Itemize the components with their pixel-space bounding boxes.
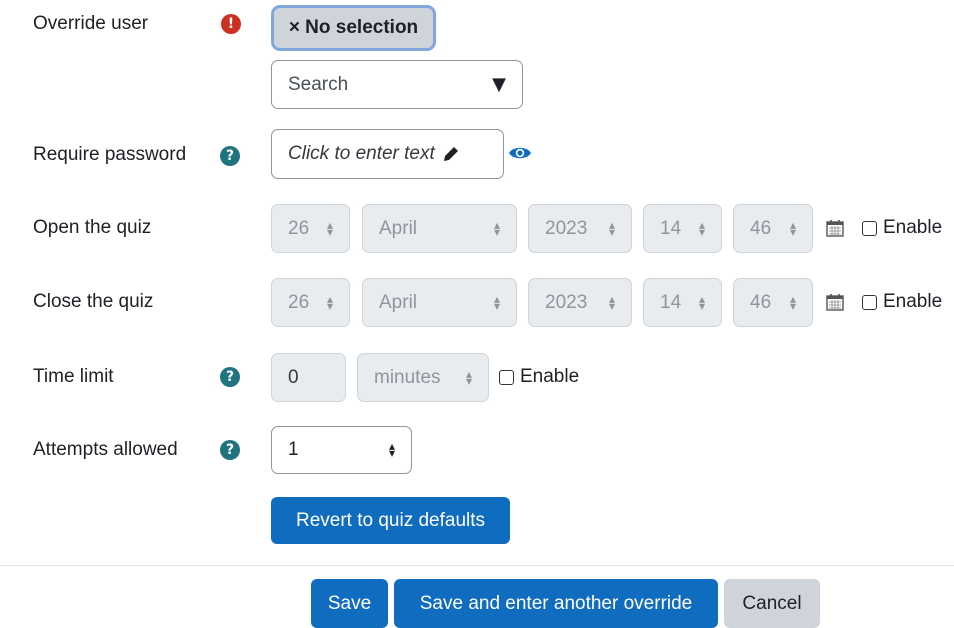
override-user-label: Override user bbox=[33, 13, 149, 34]
time-limit-input[interactable]: 0 bbox=[271, 353, 346, 402]
select-caret-icon: ▴ ▾ bbox=[608, 217, 615, 239]
help-icon[interactable]: ? bbox=[220, 440, 240, 460]
help-icon[interactable]: ? bbox=[220, 367, 240, 387]
select-caret-icon: ▴ ▾ bbox=[493, 291, 500, 313]
required-icon: ! bbox=[221, 14, 241, 34]
select-caret-icon: ▴ ▾ bbox=[608, 291, 615, 313]
help-icon-glyph: ? bbox=[225, 369, 235, 385]
time-limit-value: 0 bbox=[288, 366, 299, 388]
select-caret-icon: ▴ ▾ bbox=[789, 291, 796, 313]
calendar-icon[interactable] bbox=[826, 293, 844, 311]
close-enable-label: Enable bbox=[883, 291, 943, 312]
select-caret-icon: ▴ ▾ bbox=[789, 217, 796, 239]
open-hour-select[interactable]: 14 ▴ ▾ bbox=[643, 204, 722, 253]
selection-chip[interactable]: × No selection bbox=[271, 5, 436, 51]
open-quiz-label: Open the quiz bbox=[33, 217, 152, 238]
attempts-select[interactable]: 1 ▴ ▾ bbox=[271, 426, 412, 474]
required-icon-glyph: ! bbox=[227, 16, 235, 32]
close-day-value: 26 bbox=[288, 291, 310, 313]
close-enable-checkbox[interactable]: Enable bbox=[862, 291, 942, 313]
time-limit-label: Time limit bbox=[33, 366, 114, 387]
user-search-placeholder: Search bbox=[288, 73, 349, 95]
close-year-select[interactable]: 2023 ▴ ▾ bbox=[528, 278, 632, 327]
select-caret-icon: ▴ ▾ bbox=[698, 217, 705, 239]
close-month-select[interactable]: April ▴ ▾ bbox=[362, 278, 517, 327]
open-enable-box[interactable] bbox=[862, 220, 877, 236]
attempts-value: 1 bbox=[288, 439, 299, 460]
revert-defaults-button[interactable]: Revert to quiz defaults bbox=[271, 497, 510, 544]
open-year-value: 2023 bbox=[545, 217, 588, 239]
require-password-label: Require password bbox=[33, 144, 187, 165]
time-limit-unit: minutes bbox=[374, 366, 441, 388]
dropdown-arrow-icon: ▼ bbox=[492, 74, 506, 95]
calendar-icon[interactable] bbox=[826, 219, 844, 237]
close-enable-box[interactable] bbox=[862, 294, 877, 310]
select-caret-icon: ▴ ▾ bbox=[493, 217, 500, 239]
select-caret-icon: ▴ ▾ bbox=[698, 291, 705, 313]
attempts-label: Attempts allowed bbox=[33, 439, 178, 460]
close-hour-select[interactable]: 14 ▴ ▾ bbox=[643, 278, 722, 327]
close-year-value: 2023 bbox=[545, 291, 588, 313]
select-caret-icon: ▴ ▾ bbox=[465, 366, 472, 388]
footer-divider bbox=[0, 565, 954, 566]
open-minute-select[interactable]: 46 ▴ ▾ bbox=[733, 204, 813, 253]
save-button[interactable]: Save bbox=[311, 579, 388, 628]
select-caret-icon: ▴ ▾ bbox=[388, 439, 395, 460]
close-minute-select[interactable]: 46 ▴ ▾ bbox=[733, 278, 813, 327]
close-quiz-label: Close the quiz bbox=[33, 291, 154, 312]
close-hour-value: 14 bbox=[660, 291, 682, 313]
close-minute-value: 46 bbox=[750, 291, 772, 313]
close-month-value: April bbox=[379, 291, 418, 313]
open-day-select[interactable]: 26 ▴ ▾ bbox=[271, 204, 350, 253]
time-limit-unit-select[interactable]: minutes ▴ ▾ bbox=[357, 353, 489, 402]
user-search-select[interactable]: Search ▼ bbox=[271, 60, 523, 109]
open-enable-checkbox[interactable]: Enable bbox=[862, 217, 942, 239]
selection-chip-text: × No selection bbox=[288, 17, 419, 38]
pencil-icon bbox=[443, 147, 458, 161]
select-caret-icon: ▴ ▾ bbox=[326, 291, 333, 313]
password-placeholder: Click to enter text bbox=[288, 143, 435, 164]
select-caret-icon: ▴ ▾ bbox=[326, 217, 333, 239]
open-month-value: April bbox=[379, 217, 418, 239]
eye-icon[interactable] bbox=[508, 144, 532, 162]
time-limit-enable-box[interactable] bbox=[499, 369, 514, 385]
close-day-select[interactable]: 26 ▴ ▾ bbox=[271, 278, 350, 327]
help-icon[interactable]: ? bbox=[220, 146, 240, 166]
open-enable-label: Enable bbox=[883, 217, 943, 238]
time-limit-enable-checkbox[interactable]: Enable bbox=[499, 366, 579, 388]
time-limit-enable-label: Enable bbox=[520, 366, 580, 387]
open-day-value: 26 bbox=[288, 217, 310, 239]
open-hour-value: 14 bbox=[660, 217, 682, 239]
help-icon-glyph: ? bbox=[225, 442, 235, 458]
open-minute-value: 46 bbox=[750, 217, 772, 239]
cancel-button[interactable]: Cancel bbox=[724, 579, 820, 628]
help-icon-glyph: ? bbox=[225, 148, 235, 164]
save-another-button[interactable]: Save and enter another override bbox=[394, 579, 718, 628]
open-month-select[interactable]: April ▴ ▾ bbox=[362, 204, 517, 253]
password-input[interactable]: Click to enter text bbox=[271, 129, 504, 179]
open-year-select[interactable]: 2023 ▴ ▾ bbox=[528, 204, 632, 253]
